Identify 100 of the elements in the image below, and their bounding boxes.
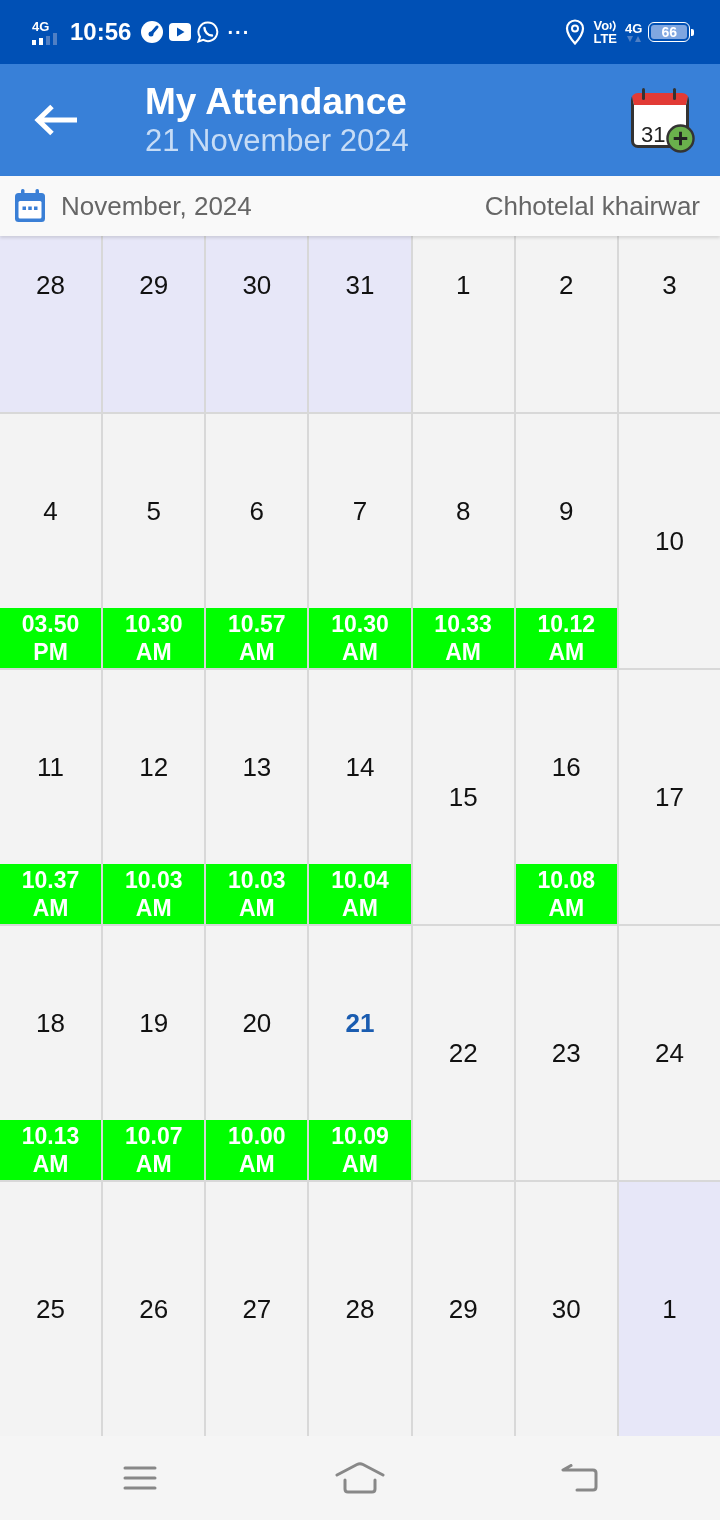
month-label: November, 2024: [61, 189, 252, 223]
day-cell[interactable]: 20 10.00 AM: [206, 926, 308, 1180]
data-arrows-icon: [625, 34, 642, 43]
day-number: 9: [559, 496, 574, 526]
day-cell[interactable]: 1: [618, 1182, 720, 1436]
speedometer-icon: [141, 21, 164, 43]
day-cell[interactable]: 28: [0, 236, 102, 412]
status-time: 10:56: [70, 20, 132, 44]
signal-waves-icon: [609, 19, 618, 32]
day-cell[interactable]: 22: [412, 926, 514, 1180]
day-number: 29: [139, 270, 169, 300]
day-cell[interactable]: 17: [618, 670, 720, 924]
check-in-time: 10.30 AM: [103, 608, 205, 668]
day-cell[interactable]: 27: [206, 1182, 308, 1436]
day-cell[interactable]: 12 10.03 AM: [103, 670, 205, 924]
day-number: 5: [146, 496, 161, 526]
add-calendar-button[interactable]: 31: [631, 88, 695, 154]
check-in-time: 03.50 PM: [0, 608, 102, 668]
day-number: 10: [654, 526, 684, 556]
day-cell[interactable]: 14 10.04 AM: [309, 670, 411, 924]
day-number: 6: [249, 496, 265, 526]
day-number: 18: [36, 1008, 66, 1038]
battery-level-text: 66: [651, 25, 687, 39]
day-cell[interactable]: 4 03.50 PM: [0, 414, 102, 668]
home-icon: [335, 1462, 385, 1494]
day-cell[interactable]: 7 10.30 AM: [309, 414, 411, 668]
day-cell[interactable]: 16 10.08 AM: [515, 670, 617, 924]
day-number: 7: [352, 496, 368, 526]
day-cell[interactable]: 8 10.33 AM: [412, 414, 514, 668]
check-in-time: 10.00 AM: [206, 1120, 308, 1180]
day-cell[interactable]: 9 10.12 AM: [515, 414, 617, 668]
check-in-time: 10.33 AM: [412, 608, 514, 668]
day-number: 1: [662, 1294, 677, 1324]
day-cell[interactable]: 13 10.03 AM: [206, 670, 308, 924]
day-cell[interactable]: 31: [309, 236, 411, 412]
day-cell[interactable]: 2: [515, 236, 617, 412]
day-cell[interactable]: 23: [515, 926, 617, 1180]
day-cell[interactable]: 30: [206, 236, 308, 412]
check-in-time: 10.37 AM: [0, 864, 102, 924]
network-type-text: 4G: [625, 21, 643, 35]
day-number: 28: [36, 270, 66, 300]
day-cell[interactable]: 24: [618, 926, 720, 1180]
day-number: 1: [455, 270, 471, 300]
check-in-time: 10.57 AM: [206, 608, 308, 668]
check-in-time: 10.04 AM: [309, 864, 411, 924]
day-number: 8: [455, 496, 471, 526]
location-pin-icon: [565, 19, 586, 45]
menu-icon: [123, 1465, 157, 1491]
check-in-time: 10.13 AM: [0, 1120, 102, 1180]
volte-text: Vo: [593, 19, 610, 32]
more-notifications-text: ···: [227, 22, 251, 42]
employee-name: Chhotelal khairwar: [484, 189, 700, 223]
day-number: 14: [345, 752, 375, 782]
check-in-time: 10.09 AM: [309, 1120, 411, 1180]
back-arrow-icon: [33, 104, 79, 136]
day-cell[interactable]: 29: [412, 1182, 514, 1436]
day-number: 13: [242, 752, 272, 782]
day-cell[interactable]: 25: [0, 1182, 102, 1436]
day-number: 24: [654, 1038, 684, 1068]
day-number: 25: [36, 1294, 66, 1324]
day-number: 30: [551, 1294, 581, 1324]
day-cell[interactable]: 1: [412, 236, 514, 412]
day-cell[interactable]: 11 10.37 AM: [0, 670, 102, 924]
day-number: 30: [242, 270, 272, 300]
play-icon: [169, 23, 192, 41]
day-cell[interactable]: 3: [618, 236, 720, 412]
day-number: 4: [43, 496, 58, 526]
day-cell[interactable]: 15: [412, 670, 514, 924]
check-in-time: 10.03 AM: [206, 864, 308, 924]
back-button[interactable]: [33, 104, 79, 136]
day-cell[interactable]: 28: [309, 1182, 411, 1436]
plus-icon: [666, 124, 695, 153]
check-in-time: 10.12 AM: [515, 608, 617, 668]
day-number: 21: [345, 1008, 375, 1038]
day-number: 26: [139, 1294, 169, 1324]
day-number: 12: [139, 752, 169, 782]
day-cell[interactable]: 18 10.13 AM: [0, 926, 102, 1180]
day-cell[interactable]: 21 10.09 AM: [309, 926, 411, 1180]
day-cell[interactable]: 30: [515, 1182, 617, 1436]
day-number: 3: [662, 270, 677, 300]
check-in-time: 10.08 AM: [515, 864, 617, 924]
day-cell[interactable]: 6 10.57 AM: [206, 414, 308, 668]
check-in-time: 10.03 AM: [103, 864, 205, 924]
screen-title: My Attendance: [145, 81, 408, 123]
day-cell[interactable]: 29: [103, 236, 205, 412]
day-number: 29: [448, 1294, 478, 1324]
day-cell[interactable]: 19 10.07 AM: [103, 926, 205, 1180]
signal-bars-icon: [32, 32, 60, 45]
screen-subtitle: 21 November 2024: [145, 123, 409, 159]
return-icon: [561, 1464, 599, 1492]
day-number: 27: [242, 1294, 272, 1324]
day-cell[interactable]: 10: [618, 414, 720, 668]
day-number: 23: [551, 1038, 581, 1068]
lte-text: LTE: [593, 32, 618, 45]
network-type-text: 4G: [32, 19, 51, 33]
day-cell[interactable]: 5 10.30 AM: [103, 414, 205, 668]
day-number: 2: [559, 270, 574, 300]
day-number: 20: [242, 1008, 272, 1038]
calendar-icon: [14, 189, 46, 223]
day-cell[interactable]: 26: [103, 1182, 205, 1436]
